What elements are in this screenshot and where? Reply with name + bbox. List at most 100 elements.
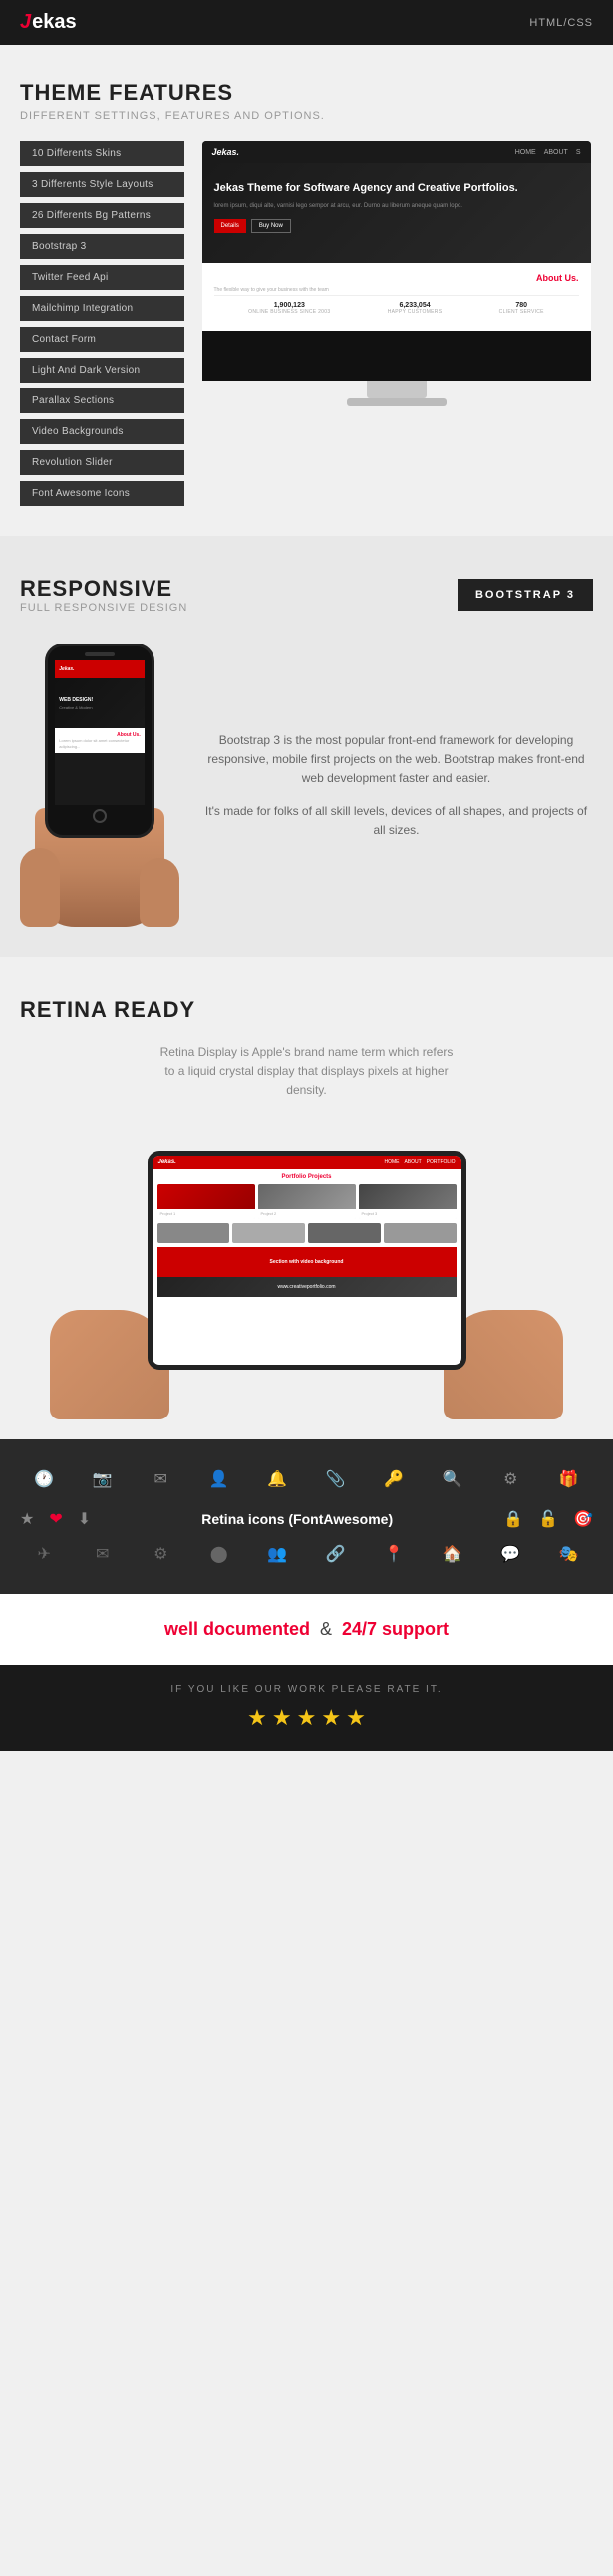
icon-paperclip: 📎 — [312, 1469, 361, 1489]
feature-btn-7[interactable]: Light And Dark Version — [20, 358, 184, 383]
feature-btn-2[interactable]: 26 Differents Bg Patterns — [20, 203, 184, 228]
responsive-text: Bootstrap 3 is the most popular front-en… — [199, 731, 593, 841]
tablet-hero-text: Section with video background — [270, 1259, 344, 1265]
documented-link[interactable]: well documented — [164, 1619, 310, 1639]
feature-btn-9[interactable]: Video Backgrounds — [20, 419, 184, 444]
star-4: ★ — [321, 1705, 341, 1731]
documented-text: well documented & 24/7 support — [20, 1619, 593, 1640]
tablet-portfolio-title: Portfolio Projects — [157, 1174, 457, 1180]
monitor-stat-1-num: 1,900,123 — [248, 302, 330, 309]
monitor-stat-1: 1,900,123 ONLINE BUSINESS SINCE 2003 — [248, 302, 330, 315]
icon-group: 👥 — [253, 1544, 302, 1564]
phone-screen-white: About Us. Lorem ipsum dolor sit amet con… — [55, 728, 144, 753]
tablet-card-label-1: Project 1 — [157, 1209, 255, 1219]
monitor-about-text: The flexible way to give your business w… — [214, 287, 579, 295]
icons-grid-bottom: ✈ ✉ ⚙ ⬤ 👥 🔗 📍 🏠 💬 🎭 — [20, 1544, 593, 1564]
star-3: ★ — [297, 1705, 317, 1731]
monitor-logo: Jekas. — [212, 147, 240, 157]
monitor-hero-btns: Details Buy Now — [214, 219, 579, 233]
feature-btn-3[interactable]: Bootstrap 3 — [20, 234, 184, 259]
icon-star: ★ — [20, 1509, 34, 1529]
tablet-content-area: Portfolio Projects Project 1 Project 2 — [153, 1169, 461, 1302]
icon-heart: ❤ — [49, 1509, 62, 1529]
monitor-hero: Jekas Theme for Software Agency and Crea… — [202, 163, 591, 263]
tablet-video-section: www.creativeportfolio.com — [157, 1277, 457, 1297]
feature-btn-6[interactable]: Contact Form — [20, 327, 184, 352]
icon-gift: 🎁 — [545, 1469, 594, 1489]
monitor-stat-3-label: CLIENT SERVICE — [499, 309, 544, 315]
icon-share: 🔗 — [312, 1544, 361, 1564]
documented-section: well documented & 24/7 support — [0, 1594, 613, 1665]
tablet-thumb-1 — [157, 1223, 230, 1243]
phone-screen-header: Jekas. — [55, 660, 144, 678]
tablet-thumb-2 — [232, 1223, 305, 1243]
tablet-card-label-2: Project 2 — [258, 1209, 356, 1219]
feature-btn-5[interactable]: Mailchimp Integration — [20, 296, 184, 321]
star-1: ★ — [247, 1705, 267, 1731]
tablet-nav: Jekas. HOME ABOUT PORTFOLIO — [153, 1156, 461, 1169]
header-nav-right: HTML/CSS — [529, 17, 593, 29]
monitor-base — [347, 398, 447, 406]
monitor-stat-3-num: 780 — [499, 302, 544, 309]
tablet-video-text: www.creativeportfolio.com — [277, 1284, 335, 1290]
rate-section: IF YOU LIKE OUR WORK PLEASE RATE IT. ★ ★… — [0, 1665, 613, 1751]
tablet-thumb-3 — [308, 1223, 381, 1243]
monitor-container: Jekas. HOME ABOUT S Jekas Theme for Soft… — [202, 141, 591, 406]
documented-amp: & — [320, 1619, 337, 1639]
monitor-screen: Jekas. HOME ABOUT S Jekas Theme for Soft… — [202, 141, 591, 381]
rate-text: IF YOU LIKE OUR WORK PLEASE RATE IT. — [20, 1684, 593, 1695]
features-subtitle: DIFFERENT SETTINGS, FEATURES AND OPTIONS… — [20, 110, 593, 122]
retina-text: Retina Display is Apple's brand name ter… — [157, 1043, 457, 1101]
icons-grid-top: 🕐 📷 ✉ 👤 🔔 📎 🔑 🔍 ⚙ 🎁 — [20, 1469, 593, 1489]
monitor-stat-2: 6,233,054 HAPPY CUSTOMERS — [388, 302, 443, 315]
icons-mid-left: ★ ❤ ⬇ — [20, 1509, 91, 1529]
phone-visual: Jekas. WEB DESIGN! Creative & Modern Abo… — [20, 644, 179, 927]
responsive-text-2: It's made for folks of all skill levels,… — [199, 802, 593, 840]
responsive-section: RESPONSIVE FULL RESPONSIVE DESIGN BOOTST… — [0, 536, 613, 957]
monitor-hero-title: Jekas Theme for Software Agency and Crea… — [214, 181, 579, 196]
logo: Jekas — [20, 11, 77, 34]
icons-section: 🕐 📷 ✉ 👤 🔔 📎 🔑 🔍 ⚙ 🎁 ★ ❤ ⬇ Retina icons (… — [0, 1439, 613, 1594]
feature-btn-11[interactable]: Font Awesome Icons — [20, 481, 184, 506]
feature-btn-1[interactable]: 3 Differents Style Layouts — [20, 172, 184, 197]
tablet-thumb-4 — [384, 1223, 457, 1243]
feature-btn-0[interactable]: 10 Differents Skins — [20, 141, 184, 166]
icon-home: 🏠 — [429, 1544, 477, 1564]
responsive-text-1: Bootstrap 3 is the most popular front-en… — [199, 731, 593, 789]
phone-logo: Jekas. — [59, 666, 74, 672]
monitor-nav-s: S — [576, 149, 581, 156]
tablet-body: Jekas. HOME ABOUT PORTFOLIO Portfolio Pr… — [148, 1151, 466, 1370]
phone-body: Jekas. WEB DESIGN! Creative & Modern Abo… — [45, 644, 154, 838]
phone-upper: Jekas. WEB DESIGN! Creative & Modern Abo… — [45, 644, 154, 838]
icon-target: 🎯 — [573, 1509, 593, 1529]
feature-btn-10[interactable]: Revolution Slider — [20, 450, 184, 475]
feature-btn-4[interactable]: Twitter Feed Api — [20, 265, 184, 290]
responsive-subtitle: FULL RESPONSIVE DESIGN — [20, 602, 187, 614]
monitor-hero-text: lorem ipsum, diqui alte, varnisi lego se… — [214, 202, 579, 210]
monitor-stats: 1,900,123 ONLINE BUSINESS SINCE 2003 6,2… — [214, 295, 579, 321]
monitor-about: About Us. The flexible way to give your … — [202, 263, 591, 331]
tablet-visual: Jekas. HOME ABOUT PORTFOLIO Portfolio Pr… — [20, 1121, 593, 1439]
monitor-stat-2-num: 6,233,054 — [388, 302, 443, 309]
icon-user: 👤 — [195, 1469, 244, 1489]
monitor-mockup: Jekas. HOME ABOUT S Jekas Theme for Soft… — [199, 141, 593, 406]
retina-section: RETINA READY Retina Display is Apple's b… — [0, 957, 613, 1439]
tablet-screen: Jekas. HOME ABOUT PORTFOLIO Portfolio Pr… — [153, 1156, 461, 1365]
monitor-details-btn[interactable]: Details — [214, 219, 246, 233]
icon-mail: ✉ — [79, 1544, 128, 1564]
features-section: THEME FEATURES DIFFERENT SETTINGS, FEATU… — [0, 45, 613, 536]
icon-search: 🔍 — [429, 1469, 477, 1489]
icon-pin: 📍 — [370, 1544, 419, 1564]
tablet-hero-section: Section with video background — [157, 1247, 457, 1277]
stars-container[interactable]: ★ ★ ★ ★ ★ — [20, 1705, 593, 1731]
feature-btn-8[interactable]: Parallax Sections — [20, 388, 184, 413]
documented-support: 24/7 support — [342, 1619, 449, 1639]
tablet-card-img-2 — [258, 1184, 356, 1209]
tablet-cards: Project 1 Project 2 Project 3 — [157, 1184, 457, 1219]
icon-gear: ⚙ — [486, 1469, 535, 1489]
phone-about-text: Lorem ipsum dolor sit amet consectetur a… — [59, 738, 140, 749]
tablet-card-3: Project 3 — [359, 1184, 457, 1219]
monitor-buy-btn[interactable]: Buy Now — [251, 219, 291, 233]
retina-icon-label: Retina icons (FontAwesome) — [106, 1511, 488, 1527]
responsive-header-left: RESPONSIVE FULL RESPONSIVE DESIGN — [20, 576, 187, 614]
